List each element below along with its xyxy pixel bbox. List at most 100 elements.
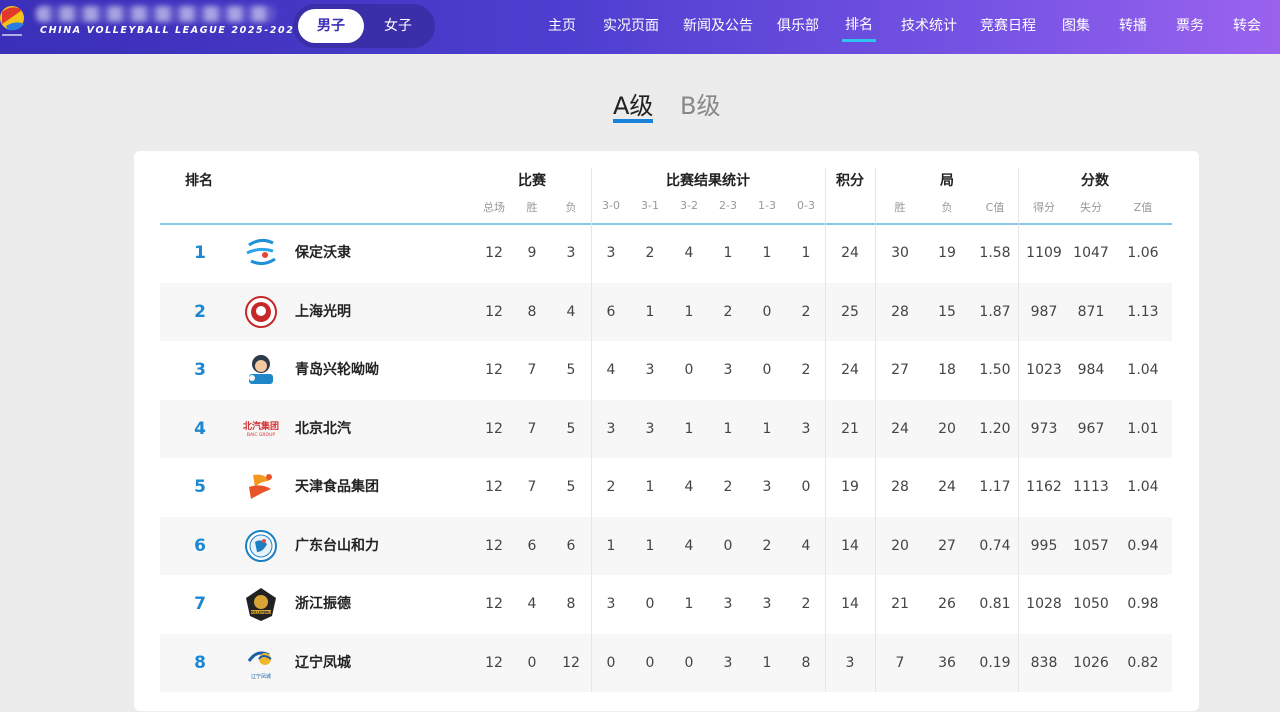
result-3-1: 3	[645, 421, 655, 437]
result-3-0: 3	[606, 421, 616, 437]
result-3-1: 0	[645, 655, 655, 671]
score-against: 1057	[1073, 538, 1109, 554]
result-3-0: 3	[606, 245, 616, 261]
sets-lost: 19	[938, 245, 956, 261]
matches-lost: 5	[566, 421, 576, 437]
result-2-3: 1	[723, 245, 733, 261]
subheader-won: 胜	[526, 201, 538, 214]
team-name[interactable]: 天津食品集团	[295, 458, 379, 516]
result-3-2: 4	[684, 479, 694, 495]
total-matches: 12	[485, 538, 503, 554]
c-value: 0.74	[979, 538, 1011, 554]
result-1-3: 3	[762, 479, 772, 495]
rank-number: 6	[194, 536, 206, 556]
rank-number: 5	[194, 477, 206, 497]
z-value: 0.82	[1127, 655, 1159, 671]
team-name[interactable]: 北京北汽	[295, 400, 351, 458]
result-2-3: 2	[723, 304, 733, 320]
subheader-sets-lost: 负	[941, 201, 953, 214]
matches-won: 4	[527, 596, 537, 612]
column-divider	[1018, 168, 1019, 692]
result-3-2: 0	[684, 655, 694, 671]
team-name[interactable]: 浙江振德	[295, 575, 351, 633]
result-3-0: 0	[606, 655, 616, 671]
points: 19	[841, 479, 859, 495]
matches-won: 8	[527, 304, 537, 320]
c-value: 1.58	[979, 245, 1011, 261]
team-name[interactable]: 辽宁凤城	[295, 634, 351, 692]
tab-men[interactable]: 男子	[298, 9, 364, 43]
score-for: 973	[1030, 421, 1058, 437]
table-row[interactable]: 8 辽宁凤城 辽宁凤城 12 0 12 0 0 0 3 1 8 3 7 36 0.19 838 1026 0.82	[160, 634, 1172, 692]
result-2-3: 3	[723, 596, 733, 612]
team-name[interactable]: 上海光明	[295, 283, 351, 341]
result-3-0: 2	[606, 479, 616, 495]
matches-lost: 12	[562, 655, 580, 671]
nav-news[interactable]: 新闻及公告	[683, 0, 753, 54]
result-3-1: 3	[645, 362, 655, 378]
total-matches: 12	[485, 655, 503, 671]
nav-transfers[interactable]: 转会	[1233, 0, 1261, 54]
nav-tickets[interactable]: 票务	[1176, 0, 1204, 54]
table-row[interactable]: 2 上海光明 12 8 4 6 1 1 2 0 2 25 28 15 1.87 987 871 1.13	[160, 283, 1172, 341]
result-2-3: 3	[723, 655, 733, 671]
tab-level-b[interactable]: B级	[680, 86, 720, 121]
result-1-3: 1	[762, 655, 772, 671]
nav-broadcast[interactable]: 转播	[1119, 0, 1147, 54]
matches-won: 7	[527, 362, 537, 378]
c-value: 1.20	[979, 421, 1011, 437]
nav-live[interactable]: 实况页面	[603, 0, 659, 54]
z-value: 1.01	[1127, 421, 1159, 437]
tab-women[interactable]: 女子	[367, 9, 429, 43]
sets-lost: 24	[938, 479, 956, 495]
total-matches: 12	[485, 362, 503, 378]
c-value: 1.17	[979, 479, 1011, 495]
table-row[interactable]: 1 保定沃隶 12 9 3 3 2 4 1 1 1 24 30 19 1.58 1109 1047 1.06	[160, 224, 1172, 282]
nav-gallery[interactable]: 图集	[1062, 0, 1090, 54]
column-divider	[825, 168, 826, 692]
c-value: 0.81	[979, 596, 1011, 612]
result-1-3: 1	[762, 421, 772, 437]
nav-tech-stats[interactable]: 技术统计	[901, 0, 957, 54]
table-row[interactable]: 4 北汽集团 BAIC GROUP 北京北汽 12 7 5 3 3 1 1 1 3 21 24 20 1.20 9…	[160, 400, 1172, 458]
nav-standings[interactable]: 排名	[842, 0, 876, 54]
header-sets: 局	[940, 173, 954, 189]
result-0-3: 4	[801, 538, 811, 554]
result-3-0: 1	[606, 538, 616, 554]
sets-lost: 36	[938, 655, 956, 671]
table-row[interactable]: 5 天津食品集团 12 7 5 2 1 4 2 3 0 19 28 24 1.17 1162 1113 1.04	[160, 458, 1172, 516]
team-name[interactable]: 广东台山和力	[295, 517, 379, 575]
points: 25	[841, 304, 859, 320]
sets-lost: 18	[938, 362, 956, 378]
total-matches: 12	[485, 479, 503, 495]
subheader-3-0: 3-0	[602, 199, 620, 212]
score-for: 1162	[1026, 479, 1062, 495]
table-row[interactable]: 6 广东台山和力 12 6 6 1 1 4 0 2 4 14 20 27 0.74 995 1057 0.94	[160, 517, 1172, 575]
z-value: 1.13	[1127, 304, 1159, 320]
subheader-c-value: C值	[985, 201, 1005, 214]
svg-text:辽宁凤城: 辽宁凤城	[251, 673, 271, 680]
sets-won: 27	[891, 362, 909, 378]
nav-schedule[interactable]: 竞赛日程	[980, 0, 1036, 54]
points: 24	[841, 362, 859, 378]
team-name[interactable]: 保定沃隶	[295, 224, 351, 282]
sets-won: 28	[891, 479, 909, 495]
total-matches: 12	[485, 421, 503, 437]
nav-home[interactable]: 主页	[548, 0, 576, 54]
matches-won: 9	[527, 245, 537, 261]
svg-text:BAIC GROUP: BAIC GROUP	[247, 432, 276, 438]
table-row[interactable]: 7 VOLLEYBALL 浙江振德 12 4 8 3 0 1 3 3 2 14 21 26 0.81 1028 1…	[160, 575, 1172, 633]
result-3-1: 1	[645, 479, 655, 495]
score-for: 995	[1030, 538, 1058, 554]
matches-won: 6	[527, 538, 537, 554]
points: 14	[841, 538, 859, 554]
table-row[interactable]: 3 青岛兴轮呦呦 12 7 5 4 3 0 3 0 2 24 27 18 1.50 1023 984 1.04	[160, 341, 1172, 399]
team-name[interactable]: 青岛兴轮呦呦	[295, 341, 379, 399]
nav-clubs[interactable]: 俱乐部	[777, 0, 819, 54]
league-logo-icon[interactable]	[0, 2, 30, 42]
result-2-3: 3	[723, 362, 733, 378]
points: 24	[841, 245, 859, 261]
rank-number: 7	[194, 594, 206, 614]
tab-level-a[interactable]: A级	[613, 86, 654, 123]
result-3-2: 1	[684, 421, 694, 437]
